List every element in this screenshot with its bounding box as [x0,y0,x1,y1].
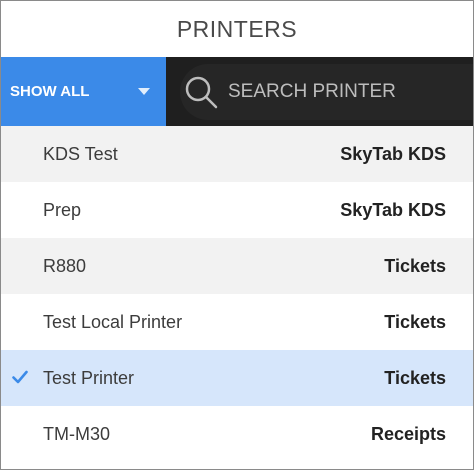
printer-name: Test Printer [43,367,135,388]
printer-type: Tickets [384,311,446,332]
printer-type: Tickets [384,255,446,276]
printer-row[interactable]: Test Local Printer Tickets [1,294,473,350]
chevron-down-icon [138,88,150,95]
printer-name: R880 [43,255,87,276]
printers-panel: PRINTERS SHOW ALL KDS Test SkyTab KDS [0,0,474,470]
printer-name: TM-M30 [43,423,110,444]
filter-dropdown[interactable]: SHOW ALL [1,57,166,126]
printer-row[interactable]: Prep SkyTab KDS [1,182,473,238]
printer-type: Tickets [384,367,446,388]
printer-type: SkyTab KDS [340,199,446,220]
printer-row[interactable]: TM-M30 Receipts [1,406,473,462]
search-icon [180,71,222,113]
printer-name: Prep [43,199,82,220]
printer-list: KDS Test SkyTab KDS Prep SkyTab KDS R880… [1,126,473,462]
printer-name: KDS Test [43,143,118,164]
printer-row-selected[interactable]: Test Printer Tickets [1,350,473,406]
search-bar [166,57,473,126]
printer-type: SkyTab KDS [340,143,446,164]
search-field[interactable] [180,63,473,120]
checkmark-icon [12,370,28,384]
page-title: PRINTERS [176,15,298,42]
filter-label: SHOW ALL [10,83,90,100]
printer-type: Receipts [370,423,446,444]
search-input[interactable] [222,80,473,103]
printer-row[interactable]: KDS Test SkyTab KDS [1,126,473,182]
printer-row[interactable]: R880 Tickets [1,238,473,294]
toolbar: SHOW ALL [1,57,473,126]
printer-name: Test Local Printer [43,311,183,332]
